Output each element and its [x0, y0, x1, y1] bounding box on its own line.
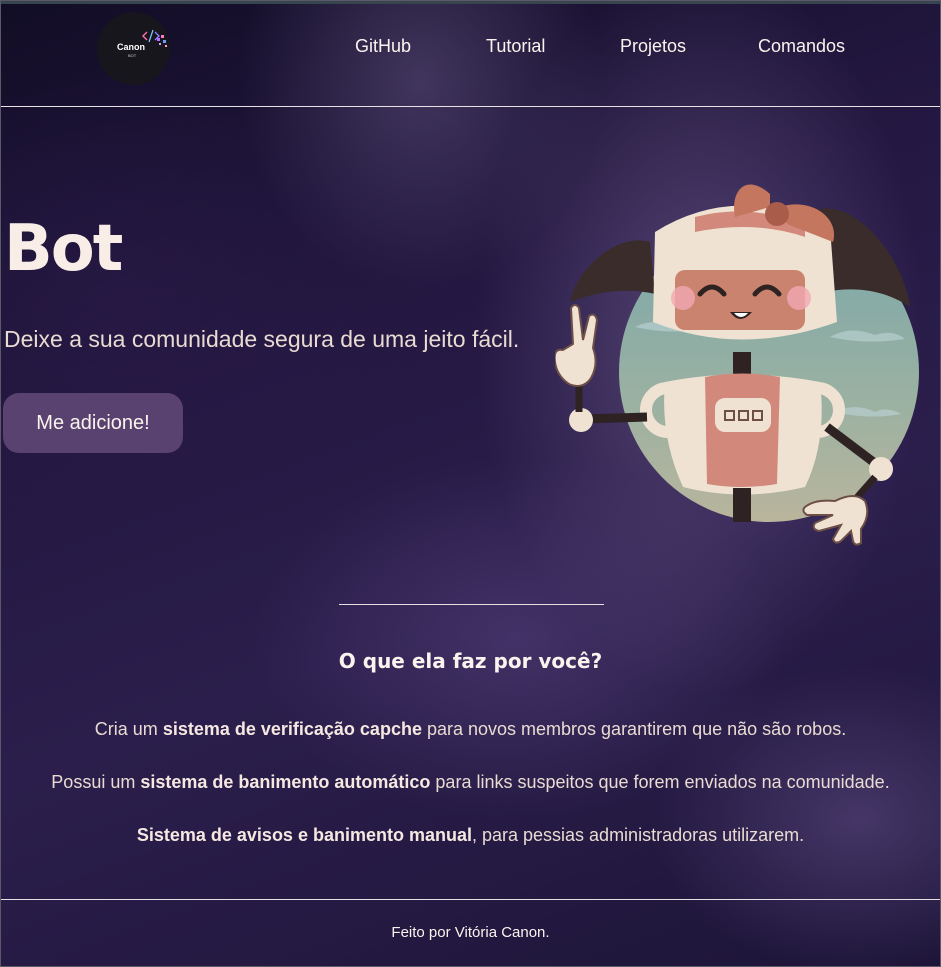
feature-text: Possui um — [51, 772, 141, 792]
nav-link-comandos[interactable]: Comandos — [758, 36, 845, 57]
nav-link-projetos[interactable]: Projetos — [620, 36, 686, 57]
robot-girl-waving-icon — [555, 184, 919, 546]
nav-link-github[interactable]: GitHub — [355, 36, 411, 57]
section-divider — [339, 604, 604, 605]
footer-credit: Feito por Vitória Canon. — [391, 924, 550, 941]
feature-item: Cria um sistema de verificação capche pa… — [0, 719, 941, 740]
feature-text: , para pessias administradoras utilizare… — [471, 825, 805, 845]
features-title: O que ela faz por você? — [338, 649, 603, 673]
feature-highlight: Sistema de avisos e banimento manual — [136, 825, 472, 845]
header-divider — [0, 106, 941, 107]
feature-text: para links suspeitos que forem enviados … — [430, 772, 890, 792]
add-bot-button[interactable]: Me adicione! — [3, 393, 183, 453]
footer-divider — [0, 899, 941, 900]
main-nav: GitHub Tutorial Projetos Comandos — [0, 36, 941, 60]
site-header: Canon BOT GitHub Tutorial Projetos Coman… — [0, 4, 941, 106]
nav-link-tutorial[interactable]: Tutorial — [486, 36, 545, 57]
feature-highlight: sistema de verificação capche — [162, 719, 422, 739]
feature-highlight: sistema de banimento automático — [140, 772, 431, 792]
hero-subtitle: Deixe a sua comunidade segura de uma jei… — [4, 326, 520, 352]
hero-title: Bot — [4, 212, 123, 286]
feature-text: para novos membros garantirem que não sã… — [421, 719, 847, 739]
feature-item: Possui um sistema de banimento automátic… — [0, 772, 941, 793]
feature-item: Sistema de avisos e banimento manual, pa… — [0, 825, 941, 846]
feature-text: Cria um — [94, 719, 163, 739]
